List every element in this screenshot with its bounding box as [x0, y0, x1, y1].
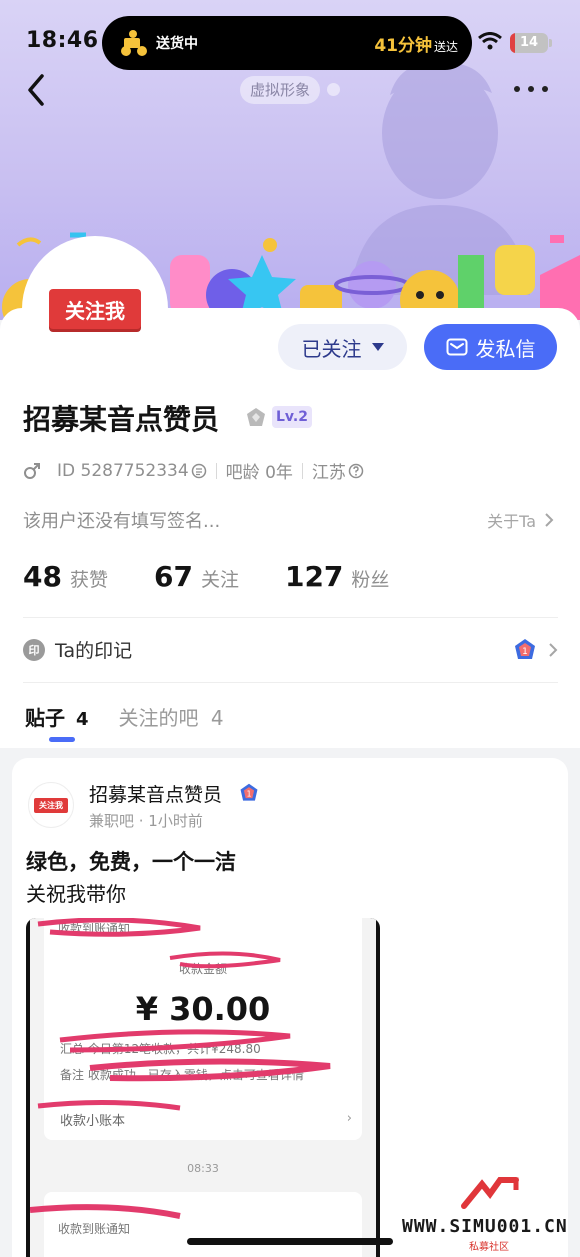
virtual-avatar-tag[interactable]: 虚拟形象	[240, 76, 321, 104]
divider	[23, 617, 558, 618]
post-image[interactable]: 收款到账通知 收款金额 ¥ 30.00 汇总 今日第12笔收款，共计¥248.8…	[26, 918, 380, 1257]
meta-divider	[301, 462, 303, 479]
home-indicator[interactable]	[187, 1238, 393, 1245]
avatar-page-dot	[327, 83, 340, 96]
post-avatar-badge: 关注我	[34, 797, 68, 813]
bar-age: 吧龄 0年	[225, 463, 293, 483]
watermark: WWW.SIMU001.CN 私募社区	[402, 1176, 576, 1254]
avatar[interactable]: 关注我	[22, 236, 168, 382]
dot	[528, 86, 534, 92]
live-activity-island[interactable]: 送货中 41分钟 送达	[102, 16, 472, 70]
post-title: 绿色，免费，一个一洁	[26, 850, 236, 874]
caret-down-icon	[371, 343, 384, 351]
likes-label: 获赞	[69, 569, 108, 591]
dot	[542, 86, 548, 92]
svg-text:1: 1	[522, 647, 528, 657]
watermark-text: WWW.SIMU001.CN	[402, 1216, 568, 1237]
likes-count[interactable]: 48	[23, 560, 62, 593]
tab-posts[interactable]: 贴子 4	[25, 702, 89, 731]
battery-cap	[549, 39, 552, 47]
tab-bars-label: 关注的吧	[118, 706, 199, 730]
profile-page: 18:46 送货中 41分钟 送达 14 虚拟形象 关注我 已关注 发私信 招募…	[0, 0, 580, 1257]
dot	[514, 86, 520, 92]
avatar-badge-text: 关注我	[49, 289, 141, 329]
post-body: 关祝我带你	[26, 882, 126, 906]
divider	[23, 682, 558, 683]
rank-badge-icon: 1	[240, 783, 258, 801]
fans-count[interactable]: 127	[285, 560, 343, 593]
copy-icon[interactable]	[191, 463, 207, 479]
live-activity-eta: 41分钟 送达	[374, 31, 458, 56]
redaction-scribble	[30, 918, 331, 1219]
profile-tabs: 贴子 4 关注的吧 4	[25, 702, 254, 731]
active-tab-indicator	[49, 737, 75, 742]
message-label: 发私信	[475, 336, 536, 361]
level-badge: Lv.2	[272, 406, 312, 428]
eta-suffix: 送达	[433, 39, 458, 54]
seal-icon: 印	[23, 638, 45, 661]
stats-row: 48 获赞 67 关注 127 粉丝	[23, 560, 389, 593]
back-chevron-left-icon[interactable]	[22, 72, 52, 108]
watermark-subtext: 私募社区	[469, 1242, 509, 1253]
live-activity-status: 送货中	[156, 36, 198, 52]
followed-button[interactable]: 已关注	[278, 324, 407, 370]
followed-label: 已关注	[301, 336, 362, 361]
send-message-button[interactable]: 发私信	[424, 324, 557, 370]
tab-followed-bars[interactable]: 关注的吧 4	[119, 702, 224, 731]
location: 江苏	[311, 463, 346, 483]
profile-meta: ID 5287752334 吧龄 0年 江苏	[23, 458, 364, 483]
marks-row[interactable]: 印 Ta的印记 1	[23, 636, 558, 663]
battery-icon: 14	[510, 33, 548, 53]
about-label: 关于Ta	[487, 512, 536, 531]
watermark-logo	[461, 1177, 519, 1209]
tab-bars-count: 4	[210, 706, 224, 730]
battery-percent: 14	[519, 35, 539, 50]
crown-icon	[247, 408, 265, 426]
mail-icon	[446, 338, 467, 356]
username: 招募某音点赞员	[23, 403, 220, 436]
following-count[interactable]: 67	[154, 560, 193, 593]
fans-label: 粉丝	[351, 569, 390, 591]
about-link[interactable]: 关于Ta	[487, 508, 554, 532]
signature: 该用户还没有填写签名...	[23, 511, 221, 532]
male-icon	[24, 462, 40, 479]
status-time: 18:46	[26, 28, 99, 53]
user-id[interactable]: ID 5287752334	[57, 461, 189, 481]
screenshot-background: 收款到账通知 收款金额 ¥ 30.00 汇总 今日第12笔收款，共计¥248.8…	[30, 918, 376, 1257]
eta-time: 41分钟	[374, 35, 432, 56]
post-avatar[interactable]: 关注我	[28, 782, 74, 828]
more-ellipsis-icon[interactable]	[514, 86, 548, 94]
marks-label: Ta的印记	[55, 640, 133, 662]
wifi-icon	[478, 32, 502, 50]
tab-posts-count: 4	[75, 709, 89, 730]
post-meta: 兼职吧 · 1小时前	[89, 812, 203, 830]
post-author[interactable]: 招募某音点赞员	[89, 780, 222, 807]
meta-divider	[215, 462, 217, 479]
rank-badge-icon: 1	[515, 638, 535, 659]
tab-posts-label: 贴子	[25, 706, 65, 730]
delivery-rider-icon	[121, 30, 147, 56]
chevron-right-icon	[545, 513, 554, 527]
help-icon[interactable]	[348, 463, 364, 479]
svg-text:1: 1	[247, 789, 252, 798]
following-label: 关注	[200, 569, 239, 591]
chevron-right-icon	[549, 642, 558, 657]
